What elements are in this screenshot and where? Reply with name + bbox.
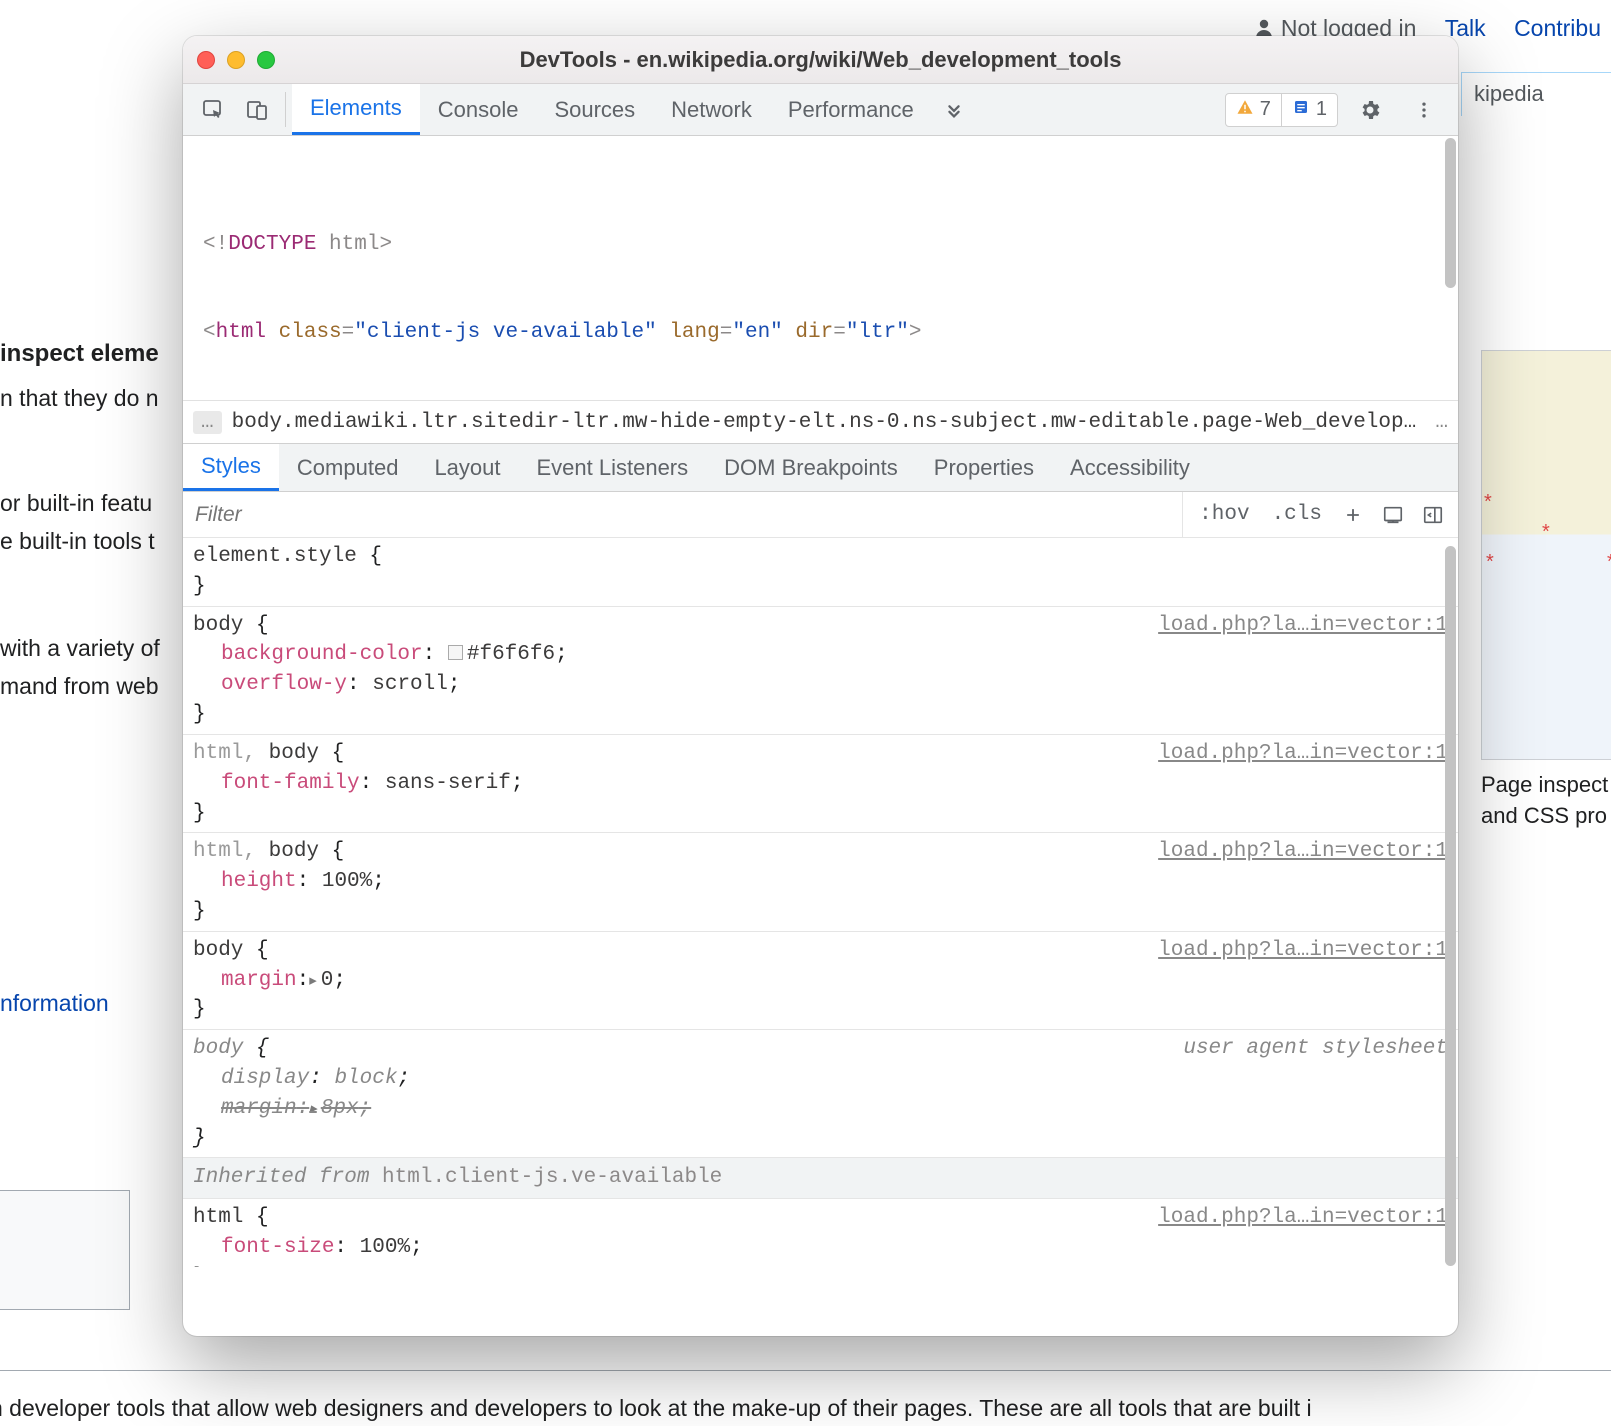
hov-toggle[interactable]: :hov — [1195, 503, 1253, 526]
styles-filter-row: :hov .cls — [183, 492, 1458, 538]
subtab-computed[interactable]: Computed — [279, 444, 417, 491]
rule-source-link[interactable]: load.php?la…in=vector:1 — [1158, 611, 1448, 641]
css-rule[interactable]: load.php?la…in=vector:1 html { font-size… — [183, 1199, 1458, 1271]
rule-source-link[interactable]: load.php?la…in=vector:1 — [1158, 837, 1448, 867]
breadcrumb-path[interactable]: body.mediawiki.ltr.sitedir-ltr.mw-hide-e… — [232, 411, 1428, 434]
subtab-event-listeners[interactable]: Event Listeners — [519, 444, 707, 491]
css-rule[interactable]: load.php?la…in=vector:1 body { backgroun… — [183, 607, 1458, 735]
tab-sources[interactable]: Sources — [536, 84, 653, 135]
dom-breadcrumb[interactable]: … body.mediawiki.ltr.sitedir-ltr.mw-hide… — [183, 400, 1458, 444]
color-swatch[interactable] — [448, 645, 463, 660]
styles-subpanel-tabs: Styles Computed Layout Event Listeners D… — [183, 444, 1458, 492]
dom-node[interactable]: <html class="client-js ve-available" lan… — [203, 318, 1454, 347]
toolbar-separator — [285, 92, 286, 127]
window-title: DevTools - en.wikipedia.org/wiki/Web_dev… — [183, 47, 1458, 73]
search-tab-fragment[interactable]: kipedia — [1461, 72, 1611, 116]
breadcrumb-overflow[interactable]: … — [193, 411, 222, 434]
tab-elements[interactable]: Elements — [292, 84, 420, 135]
tab-console[interactable]: Console — [420, 84, 537, 135]
body-text-fragment: n that they do n — [0, 385, 190, 412]
css-rule[interactable]: load.php?la…in=vector:1 html, body { hei… — [183, 833, 1458, 931]
dom-node[interactable]: <!DOCTYPE html> — [203, 230, 1454, 259]
more-tabs-icon[interactable] — [932, 84, 976, 135]
css-rule[interactable]: load.php?la…in=vector:1 html, body { fon… — [183, 735, 1458, 833]
minimize-window-button[interactable] — [227, 51, 245, 69]
dom-tree-panel[interactable]: <!DOCTYPE html> <html class="client-js v… — [183, 136, 1458, 400]
thumbnail-image[interactable]: * * * * — [1481, 350, 1611, 760]
window-titlebar[interactable]: DevTools - en.wikipedia.org/wiki/Web_dev… — [183, 36, 1458, 84]
devtools-window: DevTools - en.wikipedia.org/wiki/Web_dev… — [183, 36, 1458, 1336]
tab-performance[interactable]: Performance — [770, 84, 932, 135]
body-text-fragment: e built-in tools t — [0, 528, 190, 555]
css-rule[interactable]: user agent stylesheet body { display: bl… — [183, 1030, 1458, 1158]
inherited-from-row: Inherited from html.client-js.ve-availab… — [183, 1158, 1458, 1199]
breadcrumb-overflow[interactable]: … — [1435, 411, 1448, 434]
traffic-lights — [197, 51, 275, 69]
warning-icon — [1236, 98, 1254, 122]
computed-styles-icon[interactable] — [1380, 502, 1406, 528]
cls-toggle[interactable]: .cls — [1268, 503, 1326, 526]
scrollbar[interactable] — [1445, 138, 1456, 288]
section-divider — [0, 1370, 1611, 1371]
rule-source-ua: user agent stylesheet — [1183, 1034, 1448, 1064]
toggle-sidebar-icon[interactable] — [1420, 502, 1446, 528]
new-style-rule-icon[interactable] — [1340, 502, 1366, 528]
inspect-element-icon[interactable] — [191, 84, 235, 135]
contrib-link[interactable]: Contribu — [1514, 15, 1601, 41]
maximize-window-button[interactable] — [257, 51, 275, 69]
info-count: 1 — [1316, 98, 1327, 121]
shorthand-expand-icon[interactable] — [309, 1097, 321, 1120]
subtab-properties[interactable]: Properties — [916, 444, 1052, 491]
subtab-layout[interactable]: Layout — [416, 444, 518, 491]
warning-count: 7 — [1260, 98, 1271, 121]
settings-icon[interactable] — [1348, 98, 1392, 122]
css-rule[interactable]: load.php?la…in=vector:1 body { margin:0;… — [183, 932, 1458, 1030]
rule-source-link[interactable]: load.php?la…in=vector:1 — [1158, 936, 1448, 966]
info-icon — [1292, 98, 1310, 122]
subtab-styles[interactable]: Styles — [183, 444, 279, 491]
close-window-button[interactable] — [197, 51, 215, 69]
scrollbar[interactable] — [1445, 546, 1456, 1266]
sidebar-link-fragment[interactable]: nformation — [0, 990, 190, 1017]
css-rule[interactable]: element.style { } — [183, 538, 1458, 607]
kebab-menu-icon[interactable] — [1402, 100, 1446, 120]
body-text-fragment: or built-in featu — [0, 490, 190, 517]
subtab-accessibility[interactable]: Accessibility — [1052, 444, 1208, 491]
body-text-fragment: mand from web — [0, 673, 190, 700]
devtools-toolbar: Elements Console Sources Network Perform… — [183, 84, 1458, 136]
section-heading-fragment: inspect eleme — [0, 340, 190, 368]
styles-filter-input[interactable] — [183, 492, 1183, 537]
styles-rules-panel[interactable]: element.style { } load.php?la…in=vector:… — [183, 538, 1458, 1271]
subtab-dom-breakpoints[interactable]: DOM Breakpoints — [706, 444, 916, 491]
device-toolbar-icon[interactable] — [235, 84, 279, 135]
tab-network[interactable]: Network — [653, 84, 770, 135]
rule-source-link[interactable]: load.php?la…in=vector:1 — [1158, 739, 1448, 769]
rule-source-link[interactable]: load.php?la…in=vector:1 — [1158, 1203, 1448, 1233]
thumbnail-caption: Page inspect and CSS pro — [1481, 770, 1611, 832]
issues-badge[interactable]: 7 1 — [1225, 93, 1338, 127]
body-text-fragment: h developer tools that allow web designe… — [0, 1395, 1611, 1422]
body-text-fragment: with a variety of — [0, 635, 190, 662]
shorthand-expand-icon[interactable] — [309, 969, 321, 992]
infobox-fragment — [0, 1190, 130, 1310]
